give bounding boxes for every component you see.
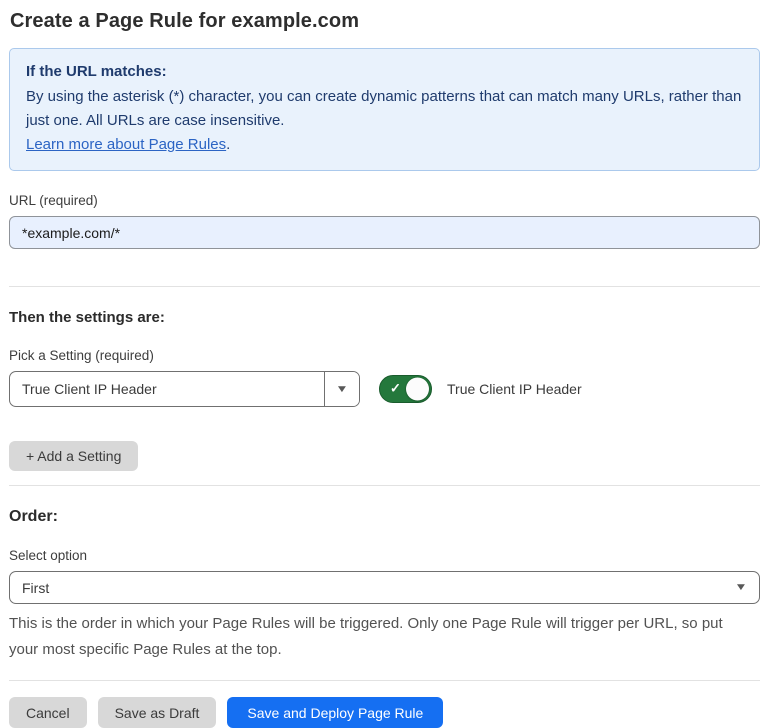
section-divider: [9, 286, 760, 287]
chevron-down-icon: ▼: [335, 384, 348, 395]
setting-select[interactable]: True Client IP Header ▼: [9, 371, 360, 407]
page-title: Create a Page Rule for example.com: [10, 10, 760, 33]
setting-select-value: True Client IP Header: [10, 372, 324, 406]
info-box-heading: If the URL matches:: [26, 60, 743, 84]
order-select-value: First: [10, 572, 736, 603]
save-and-deploy-button[interactable]: Save and Deploy Page Rule: [227, 697, 443, 728]
add-setting-button[interactable]: + Add a Setting: [9, 441, 138, 471]
chevron-down-icon: ▼: [734, 582, 747, 593]
info-box-body: By using the asterisk (*) character, you…: [26, 85, 743, 133]
section-divider: [9, 485, 760, 486]
info-box-link-line: Learn more about Page Rules.: [26, 133, 743, 157]
toggle-knob: [406, 378, 429, 401]
link-suffix: .: [226, 136, 230, 153]
order-select[interactable]: First ▼: [9, 571, 760, 604]
url-match-info-box: If the URL matches: By using the asteris…: [9, 48, 760, 171]
setting-select-caret-segment[interactable]: ▼: [324, 372, 359, 406]
setting-row: True Client IP Header ▼ ✓ True Client IP…: [9, 371, 760, 407]
footer-actions: Cancel Save as Draft Save and Deploy Pag…: [9, 697, 760, 728]
save-as-draft-button[interactable]: Save as Draft: [98, 697, 217, 728]
learn-more-link[interactable]: Learn more about Page Rules: [26, 136, 226, 153]
order-help-text: This is the order in which your Page Rul…: [9, 611, 754, 663]
pick-setting-label: Pick a Setting (required): [9, 348, 760, 363]
cancel-button[interactable]: Cancel: [9, 697, 87, 728]
footer-divider: [9, 680, 760, 681]
checkmark-icon: ✓: [390, 381, 401, 397]
toggle-wrap: ✓ True Client IP Header: [379, 375, 582, 403]
settings-section-heading: Then the settings are:: [9, 309, 760, 326]
order-section-heading: Order:: [9, 508, 760, 526]
url-field-label: URL (required): [9, 193, 760, 208]
toggle-label: True Client IP Header: [447, 381, 582, 397]
url-input[interactable]: [9, 216, 760, 249]
order-select-caret: ▼: [736, 572, 759, 603]
true-client-ip-toggle[interactable]: ✓: [379, 375, 432, 403]
order-select-label: Select option: [9, 548, 760, 563]
